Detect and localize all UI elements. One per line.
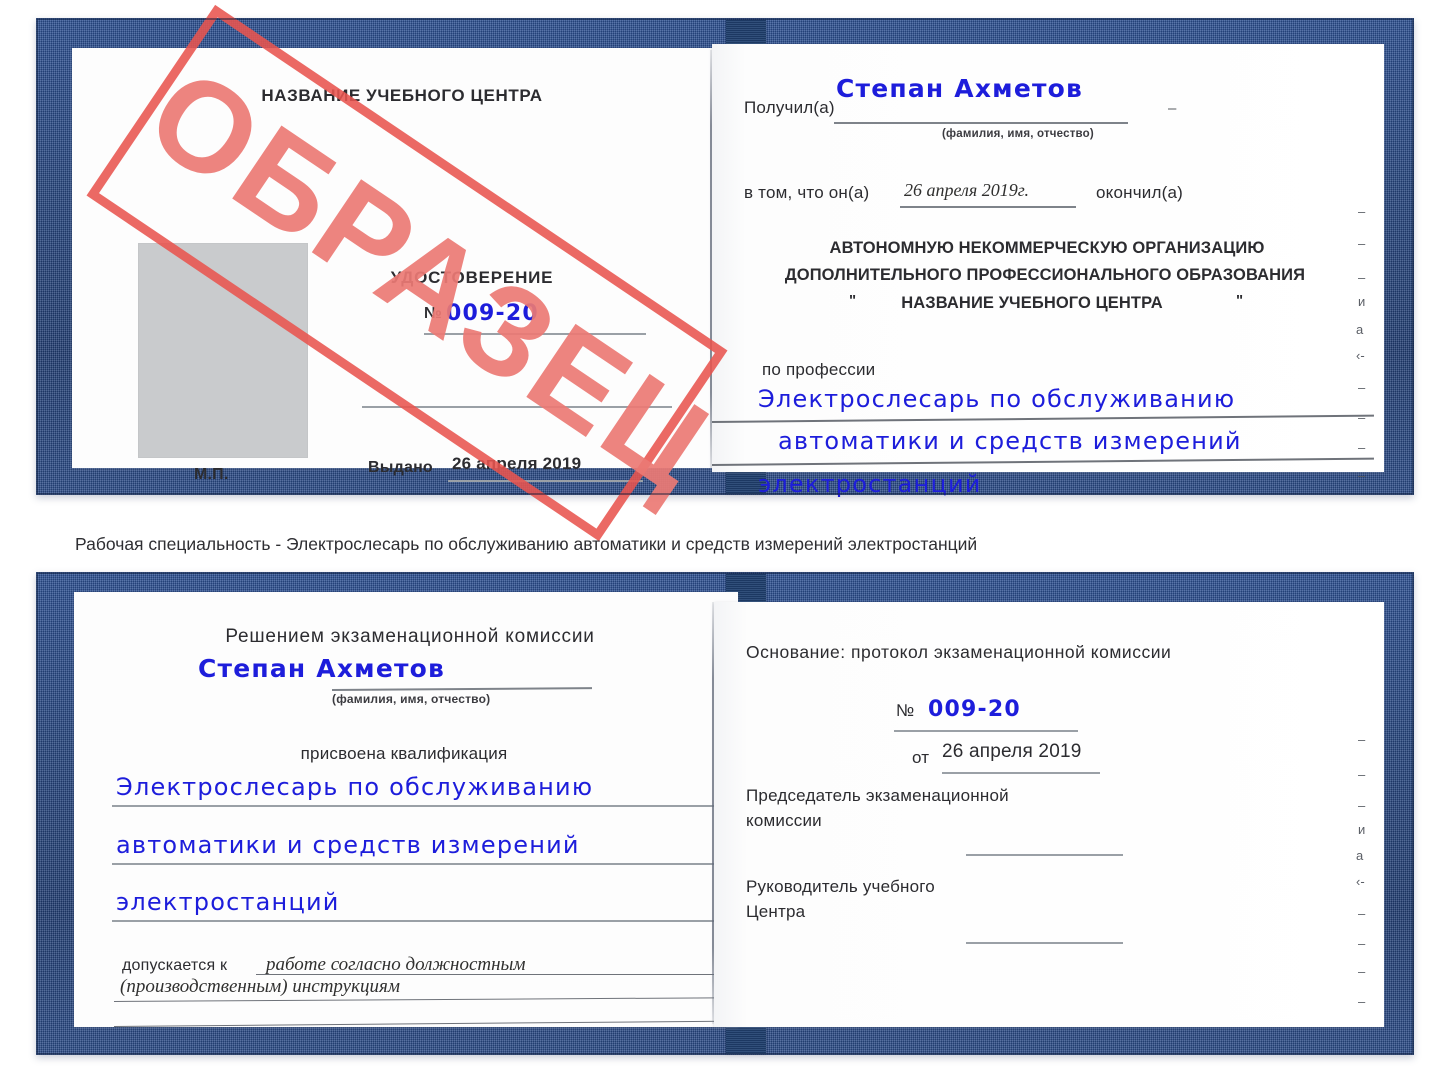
admitted-rule-1: [256, 974, 736, 976]
sheet-bottom-left: Решением экзаменационной комиссии Степан…: [74, 592, 738, 1028]
that-he-value: 26 апреля 2019г.: [904, 180, 1030, 200]
fio-hint-bottom: (фамилия, имя, отчество): [332, 692, 491, 706]
blank-rule-mid: [362, 406, 672, 408]
sheet-bottom-right: Основание: протокол экзаменационной коми…: [714, 602, 1384, 1027]
qualification-rule-1: [112, 805, 736, 808]
protocol-date-label: от: [912, 748, 930, 767]
profession-label: по профессии: [762, 360, 876, 379]
edge-mark-b-1: –: [1358, 732, 1366, 747]
org-line-3: НАЗВАНИЕ УЧЕБНОГО ЦЕНТРА: [901, 294, 1163, 312]
certificate-top: НАЗВАНИЕ УЧЕБНОГО ЦЕНТРА М.П. УДОСТОВЕРЕ…: [36, 4, 1414, 542]
org-quote-close: ": [1236, 292, 1244, 309]
head-line-1: Руководитель учебного: [746, 877, 935, 896]
number-rule-top: [424, 333, 646, 335]
edge-mark-8: –: [1358, 410, 1366, 425]
edge-mark-5: а: [1356, 322, 1364, 337]
that-he-label: в том, что он(а): [744, 183, 870, 202]
qualification-label: присвоена квалификация: [300, 744, 508, 763]
document-type-label: УДОСТОВЕРЕНИЕ: [390, 268, 554, 287]
commission-decision-heading: Решением экзаменационной комиссии: [225, 626, 595, 647]
issued-label: Выдано: [368, 459, 433, 476]
basis-label: Основание: протокол экзаменационной коми…: [746, 642, 1172, 662]
received-value: Степан Ахметов: [836, 74, 1084, 103]
org-line-1: АВТОНОМНУЮ НЕКОММЕРЧЕСКУЮ ОРГАНИЗАЦИЮ: [829, 239, 1265, 257]
profession-line-3: электростанций: [758, 470, 982, 498]
qualification-rule-3: [112, 920, 736, 923]
edge-mark-b-9: –: [1358, 964, 1366, 979]
edge-mark-9: –: [1358, 440, 1366, 455]
org-line-2: ДОПОЛНИТЕЛЬНОГО ПРОФЕССИОНАЛЬНОГО ОБРАЗО…: [784, 266, 1306, 284]
name-rule-bottom: [331, 687, 592, 691]
chairman-signature-rule: [966, 854, 1123, 857]
profession-rule-2: [711, 457, 1374, 466]
protocol-number-label: №: [896, 701, 915, 720]
edge-mark-b-6: ‹-: [1356, 874, 1365, 889]
sheet-top-right: Получил(а) Степан Ахметов (фамилия, имя,…: [711, 44, 1384, 498]
head-signature-rule: [966, 942, 1123, 945]
admitted-value-line-2: (производственным) инструкциям: [120, 976, 400, 997]
protocol-number-rule: [894, 730, 1078, 732]
edge-mark-4: и: [1358, 294, 1366, 309]
received-rule: [834, 122, 1128, 124]
admitted-value-line-1: работе согласно должностным: [266, 954, 526, 975]
edge-mark-b-3: –: [1358, 798, 1366, 813]
dash-mark-received: –: [1168, 100, 1177, 117]
edge-mark-b-8: –: [1358, 936, 1366, 951]
edge-mark-b-7: –: [1358, 906, 1366, 921]
that-he-rule: [900, 206, 1076, 208]
edge-mark-b-5: а: [1356, 848, 1364, 863]
chairman-line-1: Председатель экзаменационной: [746, 786, 1009, 805]
qualification-line-2: автоматики и средств измерений: [116, 831, 580, 859]
admitted-label: допускается к: [122, 957, 228, 974]
edge-mark-6: ‹-: [1356, 348, 1365, 363]
qualification-rule-2: [112, 863, 736, 866]
protocol-date-rule: [942, 772, 1100, 774]
profession-line-2: автоматики и средств измерений: [778, 427, 1242, 455]
finished-label: окончил(а): [1096, 183, 1183, 202]
training-center-name-top: НАЗВАНИЕ УЧЕБНОГО ЦЕНТРА: [261, 86, 543, 105]
admitted-rule-3: [113, 1020, 736, 1028]
received-label: Получил(а): [744, 98, 835, 117]
edge-mark-10: –: [1358, 468, 1366, 483]
edge-mark-b-4: и: [1358, 822, 1366, 837]
protocol-date-value: 26 апреля 2019: [942, 741, 1082, 762]
protocol-number-value: 009-20: [928, 697, 1021, 722]
sheet-top-left: НАЗВАНИЕ УЧЕБНОГО ЦЕНТРА М.П. УДОСТОВЕРЕ…: [72, 48, 737, 483]
edge-mark-1: –: [1358, 204, 1366, 219]
certificate-bottom: Решением экзаменационной комиссии Степан…: [36, 572, 1414, 1055]
edge-mark-b-2: –: [1358, 767, 1366, 782]
screenshot-root: НАЗВАНИЕ УЧЕБНОГО ЦЕНТРА М.П. УДОСТОВЕРЕ…: [0, 0, 1448, 1085]
name-value-bottom: Степан Ахметов: [198, 654, 446, 683]
photo-placeholder: [138, 243, 308, 458]
qualification-line-3: электростанций: [116, 888, 340, 916]
qualification-line-1: Электрослесарь по обслуживанию: [116, 773, 594, 801]
fio-hint-top: (фамилия, имя, отчество): [942, 128, 1094, 140]
edge-mark-7: –: [1358, 380, 1366, 395]
edge-mark-2: –: [1358, 236, 1366, 251]
edge-mark-b-10: –: [1358, 994, 1366, 1009]
profession-line-1: Электрослесарь по обслуживанию: [758, 385, 1236, 413]
profession-rule-1: [711, 414, 1374, 423]
number-value-top: 009-20: [446, 301, 539, 326]
seal-label: М.П.: [194, 466, 229, 483]
number-label-top: №: [424, 305, 443, 322]
chairman-line-2: комиссии: [746, 811, 822, 830]
caption-text: Рабочая специальность - Электрослесарь п…: [75, 534, 978, 554]
edge-mark-3: –: [1358, 270, 1366, 285]
issued-rule: [448, 480, 643, 482]
issued-value: 26 апреля 2019: [452, 454, 582, 473]
head-line-2: Центра: [746, 902, 806, 921]
